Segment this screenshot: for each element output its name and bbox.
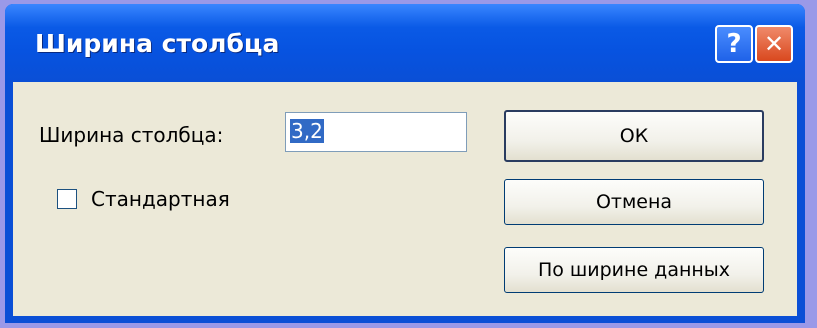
help-icon: ? (726, 29, 742, 59)
dialog-title: Ширина столбца (35, 29, 280, 58)
standard-checkbox-row[interactable]: Стандартная (57, 186, 230, 212)
desktop-background: Ширина столбца ? ✕ Ширина столбца: 3,2 С… (0, 0, 817, 328)
close-button[interactable]: ✕ (755, 25, 793, 63)
column-width-label: Ширина столбца: (39, 123, 224, 147)
cancel-button[interactable]: Отмена (504, 179, 764, 225)
standard-checkbox-label: Стандартная (91, 187, 230, 211)
column-width-value: 3,2 (290, 119, 324, 143)
close-icon: ✕ (763, 30, 785, 58)
column-width-dialog: Ширина столбца ? ✕ Ширина столбца: 3,2 С… (5, 4, 805, 323)
fit-to-data-button[interactable]: По ширине данных (504, 247, 764, 293)
ok-button[interactable]: ОК (504, 110, 764, 162)
column-width-input[interactable]: 3,2 (285, 112, 467, 152)
help-button[interactable]: ? (715, 25, 753, 63)
standard-checkbox[interactable] (57, 189, 77, 209)
title-bar[interactable]: Ширина столбца ? ✕ (5, 4, 805, 82)
dialog-body: Ширина столбца: 3,2 Стандартная ОК Отмен… (13, 82, 797, 316)
